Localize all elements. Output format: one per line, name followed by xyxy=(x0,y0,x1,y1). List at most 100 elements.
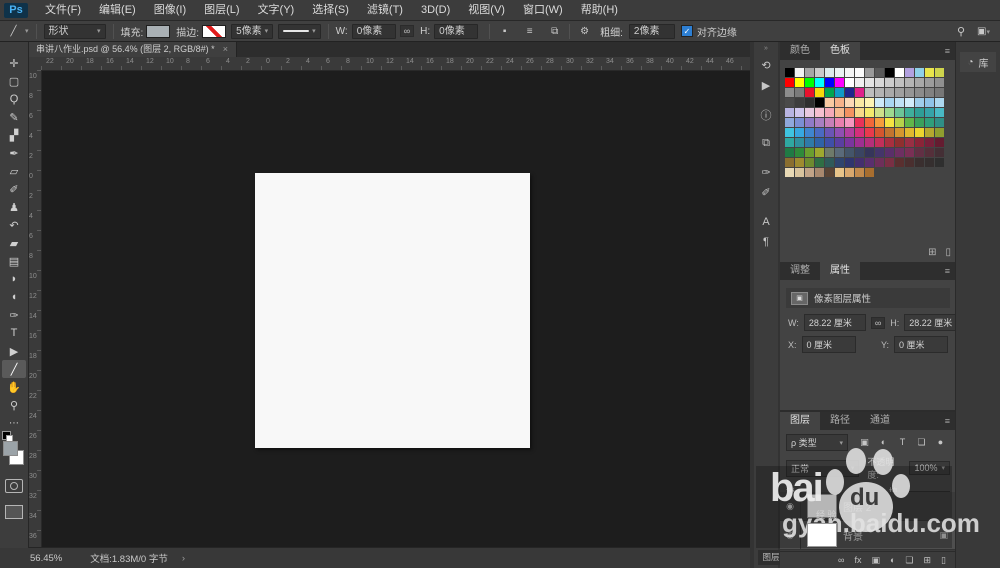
color-swatch[interactable] xyxy=(805,128,814,137)
color-swatch[interactable] xyxy=(885,68,894,77)
color-swatch[interactable] xyxy=(925,128,934,137)
color-swatch[interactable] xyxy=(905,98,914,107)
color-swatch[interactable] xyxy=(875,148,884,157)
stroke-width-field[interactable]: 5像素 ▾ xyxy=(231,23,274,39)
color-swatch[interactable] xyxy=(825,98,834,107)
color-swatch[interactable] xyxy=(835,118,844,127)
color-swatch[interactable] xyxy=(905,88,914,97)
color-swatch[interactable] xyxy=(845,88,854,97)
color-swatch[interactable] xyxy=(795,158,804,167)
status-options-arrow[interactable]: › xyxy=(182,553,185,564)
layer-mask-icon[interactable]: ▣ xyxy=(871,555,880,566)
edit-toolbar-icon[interactable]: ⋯ xyxy=(9,418,19,429)
gear-icon[interactable]: ⚙ xyxy=(577,26,592,37)
color-swatch[interactable] xyxy=(915,88,924,97)
color-swatch[interactable] xyxy=(835,158,844,167)
eyedropper-tool[interactable]: ✒ xyxy=(2,144,26,162)
quick-mask-icon[interactable] xyxy=(5,479,23,493)
color-swatch[interactable] xyxy=(885,128,894,137)
color-swatch[interactable] xyxy=(925,68,934,77)
history-panel-icon[interactable]: ⟲ xyxy=(755,56,777,75)
line-tool-preset-icon[interactable]: ╱ xyxy=(6,26,21,37)
horizontal-ruler[interactable]: 22 20 18 16 14 12 10 8 6 4 2 0 2 4 6 8 10 12 14 16 18 20 22 24 2… xyxy=(41,57,750,71)
zoom-level-field[interactable]: 56.45% xyxy=(30,553,62,564)
color-swatch[interactable] xyxy=(845,68,854,77)
foreground-color-swatch[interactable] xyxy=(3,441,18,456)
color-swatch[interactable] xyxy=(885,108,894,117)
zoom-tool[interactable]: ⚲ xyxy=(2,396,26,414)
tool-mode-select[interactable]: 形状 ▾ xyxy=(43,23,106,39)
color-swatch[interactable] xyxy=(785,148,794,157)
color-swatch[interactable] xyxy=(835,68,844,77)
swatches-tab-inactive[interactable]: 颜色 xyxy=(780,42,820,60)
layer-thumbnail[interactable] xyxy=(807,523,837,547)
color-swatch[interactable] xyxy=(865,88,874,97)
new-layer-icon[interactable]: ⊞ xyxy=(924,555,932,566)
color-swatch[interactable] xyxy=(855,88,864,97)
color-swatch[interactable] xyxy=(925,78,934,87)
color-swatch[interactable] xyxy=(905,148,914,157)
color-swatch[interactable] xyxy=(885,88,894,97)
properties-tab-inactive[interactable]: 调整 xyxy=(780,262,820,280)
prop-y-field[interactable]: 0 厘米 xyxy=(894,336,948,353)
color-swatch[interactable] xyxy=(845,78,854,87)
color-swatch[interactable] xyxy=(915,68,924,77)
weight-field[interactable]: 2像素 xyxy=(628,23,675,39)
color-swatch[interactable] xyxy=(795,138,804,147)
color-swatch[interactable] xyxy=(935,68,944,77)
rectangular-marquee-tool[interactable]: ▢ xyxy=(2,72,26,90)
swatches-tab-active[interactable]: 色板 xyxy=(820,42,860,60)
color-swatch[interactable] xyxy=(805,158,814,167)
menu-item[interactable]: 选择(S) xyxy=(303,0,358,20)
color-swatch[interactable] xyxy=(895,88,904,97)
filter-adjustment-layers-icon[interactable]: ◐ xyxy=(877,437,890,448)
color-swatch[interactable] xyxy=(935,118,944,127)
color-swatch[interactable] xyxy=(915,98,924,107)
color-swatch[interactable] xyxy=(935,98,944,107)
libraries-panel-button[interactable]: ◔ 库 xyxy=(960,52,996,72)
color-swatch[interactable] xyxy=(805,108,814,117)
color-swatch[interactable] xyxy=(915,128,924,137)
history-brush-tool[interactable]: ↶ xyxy=(2,216,26,234)
search-icon[interactable]: ⚲ xyxy=(957,25,965,38)
color-swatch[interactable] xyxy=(815,108,824,117)
color-swatch[interactable] xyxy=(875,118,884,127)
filter-pixel-layers-icon[interactable]: ▣ xyxy=(858,437,871,448)
color-swatch[interactable] xyxy=(865,68,874,77)
blend-mode-select[interactable]: 正常 ▾ xyxy=(786,459,860,477)
color-swatch[interactable] xyxy=(885,98,894,107)
color-swatch[interactable] xyxy=(795,68,804,77)
color-swatch[interactable] xyxy=(865,118,874,127)
gradient-tool[interactable]: ▤ xyxy=(2,252,26,270)
menu-item[interactable]: 图像(I) xyxy=(145,0,195,20)
spot-healing-brush-tool[interactable]: ▱ xyxy=(2,162,26,180)
color-swatch[interactable] xyxy=(825,138,834,147)
color-swatch[interactable] xyxy=(875,88,884,97)
color-swatch[interactable] xyxy=(845,128,854,137)
eraser-tool[interactable]: ▰ xyxy=(2,234,26,252)
color-swatch[interactable] xyxy=(865,138,874,147)
color-swatch[interactable] xyxy=(855,78,864,87)
menu-item[interactable]: 文字(Y) xyxy=(249,0,304,20)
color-swatch[interactable] xyxy=(815,168,824,177)
filter-smart-objects-icon[interactable]: ● xyxy=(934,437,947,448)
color-swatch[interactable] xyxy=(815,138,824,147)
color-swatch[interactable] xyxy=(805,118,814,127)
color-swatch[interactable] xyxy=(845,148,854,157)
filter-type-layers-icon[interactable]: T xyxy=(896,437,909,448)
color-swatch[interactable] xyxy=(855,128,864,137)
link-layers-icon[interactable]: ∞ xyxy=(838,555,844,565)
color-swatch[interactable] xyxy=(935,128,944,137)
color-swatch[interactable] xyxy=(805,88,814,97)
close-tab-icon[interactable]: × xyxy=(223,42,228,57)
color-swatch[interactable] xyxy=(865,98,874,107)
color-swatch[interactable] xyxy=(885,158,894,167)
color-swatch[interactable] xyxy=(925,88,934,97)
color-swatch[interactable] xyxy=(835,88,844,97)
delete-swatch-icon[interactable]: ▯ xyxy=(945,247,951,258)
color-swatch[interactable] xyxy=(875,138,884,147)
color-swatch[interactable] xyxy=(835,168,844,177)
stroke-type-select[interactable]: ▾ xyxy=(278,23,321,39)
layer-row[interactable]: ◉ 背景 ▣ xyxy=(780,521,956,550)
color-swatch[interactable] xyxy=(925,118,934,127)
